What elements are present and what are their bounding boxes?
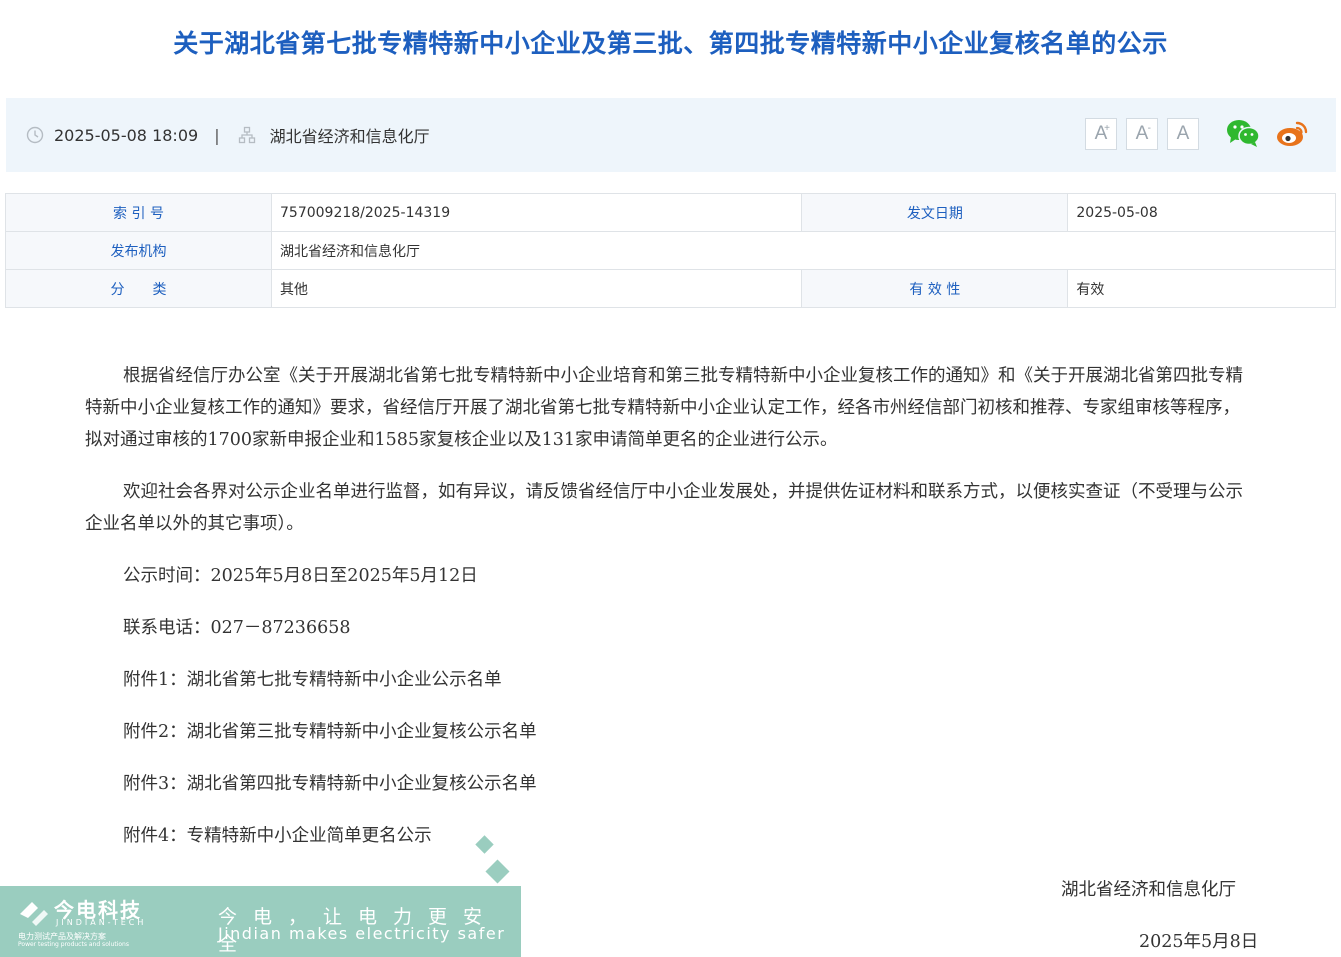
wechat-icon[interactable] <box>1226 118 1260 148</box>
watermark-brand-sub-en: Power testing products and solutions <box>18 941 129 948</box>
meta-separator: | <box>214 125 220 145</box>
info-label-validity: 有 效 性 <box>801 269 1069 308</box>
jindian-logo-icon <box>20 902 48 926</box>
publisher-name: 湖北省经济和信息化厅 <box>269 127 430 146</box>
clock-icon <box>26 126 44 144</box>
info-value-index: 757009218/2025-14319 <box>270 193 803 232</box>
info-value-date: 2025-05-08 <box>1067 193 1336 232</box>
body-paragraph: 欢迎社会各界对公示企业名单进行监督，如有异议，请反馈省经信厅中小企业发展处，并提… <box>85 482 1243 534</box>
notice-period: 公示时间：2025年5月8日至2025年5月12日 <box>123 566 478 586</box>
document-info-table: 索 引 号 757009218/2025-14319 发文日期 2025-05-… <box>5 193 1336 308</box>
table-row: 发布机构 湖北省经济和信息化厅 <box>5 231 1336 270</box>
article-title: 关于湖北省第七批专精特新中小企业及第三批、第四批专精特新中小企业复核名单的公示 <box>173 29 1168 58</box>
attachment-link-4[interactable]: 附件4：专精特新中小企业简单更名公示 <box>85 820 1251 852</box>
contact-phone: 联系电话：027－87236658 <box>123 618 351 638</box>
signature-org: 湖北省经济和信息化厅 <box>1061 880 1236 900</box>
attachment-link-2[interactable]: 附件2：湖北省第三批专精特新中小企业复核公示名单 <box>85 716 1251 748</box>
font-increase-button[interactable]: A + <box>1085 118 1117 150</box>
watermark-brand-en: JINDIAN-TECH <box>56 918 147 927</box>
table-row: 分 类 其他 有 效 性 有效 <box>5 269 1336 308</box>
article-meta: 2025-05-08 18:09 | 湖北省经济和信息化厅 <box>26 98 430 172</box>
info-label-publisher: 发布机构 <box>5 231 272 270</box>
watermark-slogan-en: Jindian makes electricity safer <box>218 924 506 943</box>
publish-datetime: 2025-05-08 18:09 <box>54 125 199 145</box>
org-chart-icon <box>238 126 255 144</box>
article-meta-bar: 2025-05-08 18:09 | 湖北省经济和信息化厅 A + A- A <box>6 98 1336 172</box>
info-value-category: 其他 <box>270 269 803 308</box>
body-paragraph: 根据省经信厅办公室《关于开展湖北省第七批专精特新中小企业培育和第三批专精特新中小… <box>85 366 1243 450</box>
table-row: 索 引 号 757009218/2025-14319 发文日期 2025-05-… <box>5 193 1336 232</box>
attachment-link-3[interactable]: 附件3：湖北省第四批专精特新中小企业复核公示名单 <box>85 768 1251 800</box>
info-label-index: 索 引 号 <box>5 193 272 232</box>
info-label-date: 发文日期 <box>801 193 1069 232</box>
article-body: 根据省经信厅办公室《关于开展湖北省第七批专精特新中小企业培育和第三批专精特新中小… <box>85 360 1251 872</box>
signature-date: 2025年5月8日 <box>1139 932 1259 952</box>
info-value-validity: 有效 <box>1067 269 1336 308</box>
font-size-controls: A + A- A <box>1085 118 1199 150</box>
info-value-publisher: 湖北省经济和信息化厅 <box>271 231 1336 270</box>
watermark-banner: 今电科技 JINDIAN-TECH 电力测试产品及解决方案 Power test… <box>0 886 521 957</box>
attachment-link-1[interactable]: 附件1：湖北省第七批专精特新中小企业公示名单 <box>85 664 1251 696</box>
weibo-icon[interactable] <box>1275 118 1309 148</box>
font-reset-button[interactable]: A <box>1167 118 1199 150</box>
font-decrease-button[interactable]: A- <box>1126 118 1158 150</box>
info-label-category: 分 类 <box>5 269 272 308</box>
